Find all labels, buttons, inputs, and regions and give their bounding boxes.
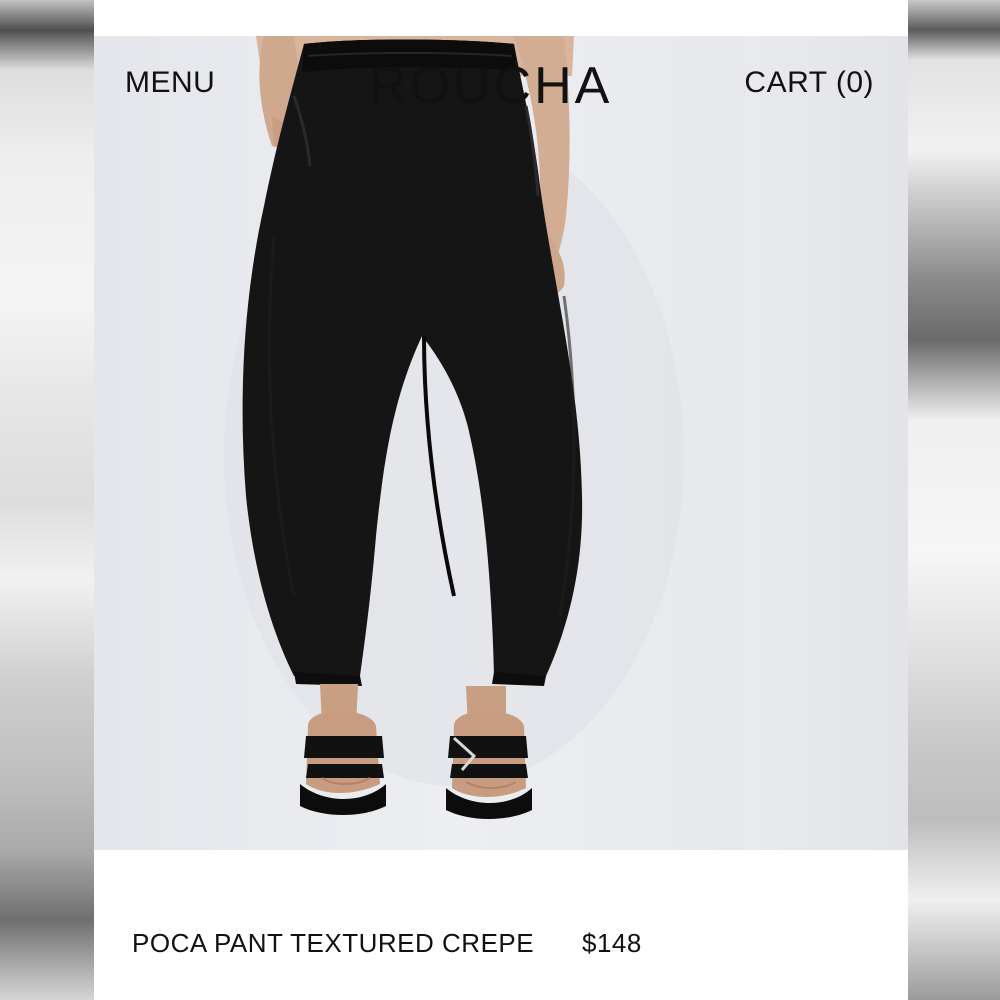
product-image-next[interactable] xyxy=(745,36,908,850)
product-image-gallery[interactable] xyxy=(94,36,908,850)
product-image-main[interactable] xyxy=(94,36,745,850)
product-price: $148 xyxy=(582,928,642,958)
top-announcement-strip xyxy=(94,0,908,36)
mobile-page: MENU ROUCHA CART (0) POCA PANT TEXTURED … xyxy=(94,0,908,1000)
product-info: POCA PANT TEXTURED CREPE $148 xyxy=(94,850,908,1000)
product-name[interactable]: POCA PANT TEXTURED CREPE xyxy=(132,928,534,959)
cart-button[interactable]: CART (0) xyxy=(744,66,874,100)
blurred-backdrop-left xyxy=(0,0,94,1000)
blurred-backdrop-right xyxy=(908,0,1000,1000)
product-photo xyxy=(224,36,684,819)
menu-button[interactable]: MENU xyxy=(125,66,215,100)
brand-logo[interactable]: ROUCHA xyxy=(369,56,612,116)
